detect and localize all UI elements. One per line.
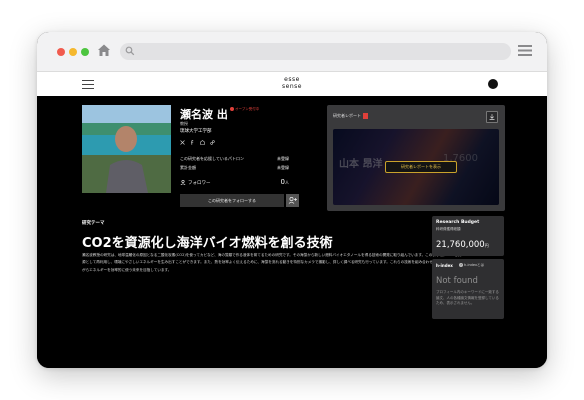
status-dot-icon (230, 107, 234, 111)
report-title-text: 研究者レポート (333, 113, 361, 118)
logo-line1: esse (284, 76, 300, 83)
status-badge-label: オープン受付中 (235, 107, 260, 111)
follower-count: 0人 (275, 178, 289, 186)
theme-label: 研究テーマ (82, 221, 105, 226)
hindex-title: h-index (436, 263, 453, 268)
report-preview[interactable]: 山本 昂洋 1,7600 研究者レポートを表示 (333, 129, 499, 205)
facebook-icon[interactable] (190, 140, 195, 145)
person-icon (180, 180, 186, 185)
hamburger-icon[interactable] (82, 80, 94, 89)
hindex-note: プロフィール内のキーワードに一致する論文、人の各種論文情報を登録しているため、表… (436, 290, 499, 305)
theme-title: CO2を資源化し海洋バイオ燃料を創る技術 (82, 236, 333, 251)
add-follow-icon[interactable] (286, 194, 299, 207)
hindex-help-link[interactable]: ? h-indexとは (459, 263, 484, 268)
website-icon[interactable] (200, 140, 205, 145)
researcher-page: 瀬名波 出 オープン受付中 教授 琉球大学工学部 この研究者を応援しているパトロ… (37, 96, 547, 368)
browser-toolbar (37, 32, 547, 72)
home-icon[interactable] (97, 43, 111, 57)
budget-title: Research Budget (436, 220, 480, 225)
site-logo[interactable]: esse sense (274, 76, 310, 90)
help-icon: ? (459, 263, 463, 267)
research-budget-card: Research Budget 科研費獲得総額 21,760,000円 (432, 216, 504, 256)
research-description: 瀬名波教授の研究は、地球温暖化の原因となる二酸化炭素(CO2)を使ってカビなど、… (82, 253, 462, 272)
logo-line2: sense (282, 83, 302, 90)
social-links (180, 140, 215, 146)
researcher-name: 瀬名波 出 (180, 108, 228, 121)
report-title: 研究者レポート (333, 113, 368, 119)
budget-subtitle: 科研費獲得総額 (436, 227, 461, 231)
follower-label: フォロワー (180, 180, 211, 186)
budget-amount: 21,760,000円 (436, 240, 489, 250)
view-report-button[interactable]: 研究者レポートを表示 (385, 161, 457, 173)
address-bar[interactable] (120, 43, 511, 60)
browser-window: esse sense 瀬名波 出 オープン受付中 教授 琉球大学工学部 この研究… (37, 32, 547, 368)
researcher-report-card: 研究者レポート 山本 昂洋 1,7600 研究者レポートを表示 (327, 105, 505, 211)
total-amount-label: 累計金額 (180, 165, 196, 170)
hindex-card: h-index ? h-indexとは Not found プロフィール内のキーワ… (432, 259, 504, 319)
patron-count-label: この研究者を応援しているパトロン (180, 156, 244, 161)
site-header: esse sense (37, 72, 547, 96)
menu-icon[interactable] (518, 45, 532, 56)
download-icon[interactable] (486, 111, 498, 123)
pdf-icon (363, 113, 368, 119)
researcher-affiliation: 琉球大学工学部 (180, 129, 212, 134)
search-icon (125, 46, 135, 56)
x-icon[interactable] (180, 140, 185, 145)
follower-label-text: フォロワー (188, 181, 211, 186)
follower-count-unit: 人 (285, 180, 289, 185)
minimize-window-button[interactable] (69, 48, 77, 56)
budget-amount-value: 21,760,000 (436, 240, 485, 250)
link-icon[interactable] (210, 140, 215, 145)
budget-amount-unit: 円 (484, 243, 489, 248)
researcher-photo (82, 105, 171, 193)
researcher-title: 教授 (180, 121, 188, 126)
patron-count-value: 未登録 (277, 156, 289, 161)
hindex-value: Not found (436, 276, 478, 286)
hindex-help-text: h-indexとは (464, 263, 485, 267)
status-badge: オープン受付中 (230, 107, 259, 112)
close-window-button[interactable] (57, 48, 65, 56)
total-amount-value: 未登録 (277, 165, 289, 170)
account-icon[interactable] (488, 79, 498, 89)
follow-button[interactable]: この研究者をフォローする (180, 194, 284, 207)
maximize-window-button[interactable] (81, 48, 89, 56)
